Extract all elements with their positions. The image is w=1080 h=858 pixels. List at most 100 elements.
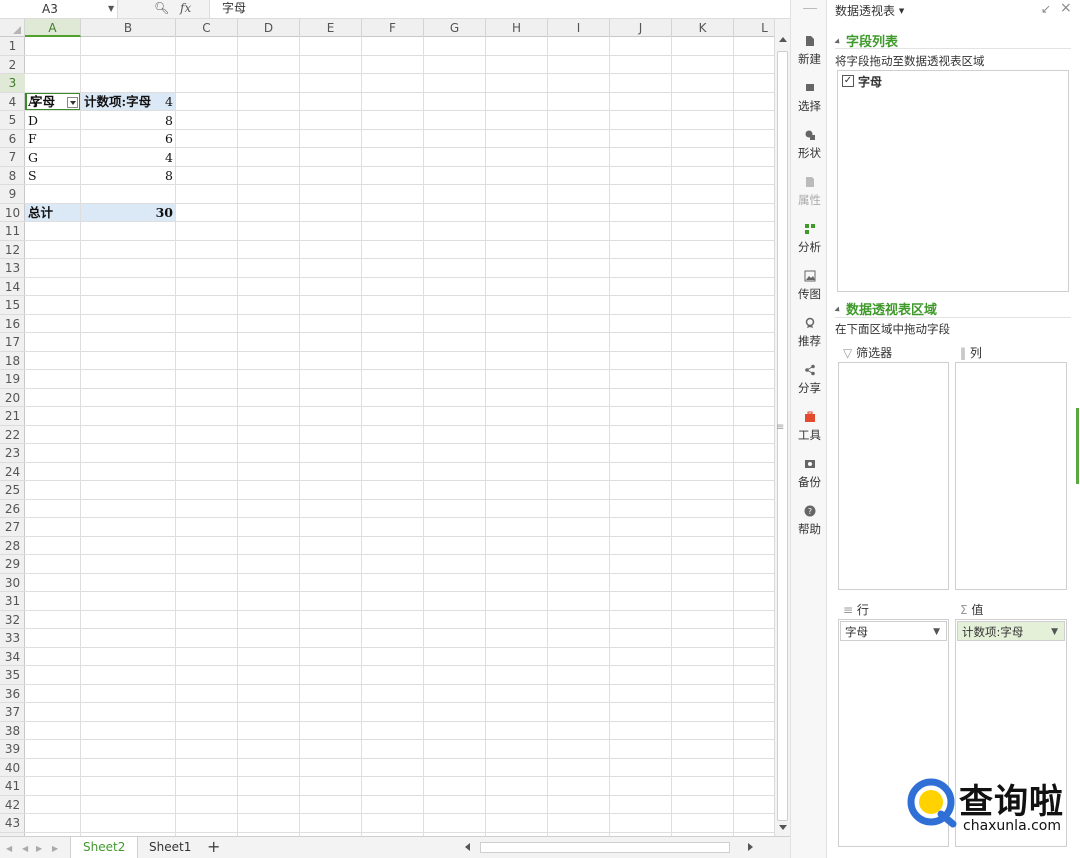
row-header-43[interactable]: 43 [0,814,25,833]
row-header-25[interactable]: 25 [0,481,25,500]
row-header-36[interactable]: 36 [0,685,25,703]
row-header-3[interactable]: 3 [0,74,25,93]
column-header-d[interactable]: D [238,19,300,37]
row-header-17[interactable]: 17 [0,333,25,352]
tool-shape[interactable]: 形状 [791,127,828,167]
row-header-2[interactable]: 2 [0,56,25,74]
pivot-row-label[interactable]: G [25,149,81,167]
column-header-j[interactable]: J [610,19,672,37]
field-name[interactable]: 字母 [858,73,882,90]
pivot-areas-title[interactable]: 数据透视表区域 [835,299,937,318]
row-header-15[interactable]: 15 [0,296,25,315]
prev-sheet-icon[interactable]: ◀ [22,844,28,853]
select-all-corner[interactable] [0,19,25,37]
column-header-a[interactable]: A [25,19,81,37]
cell-area[interactable]: 字母 计数项:字母 A4D8F6G4S8 总计 30 [25,37,774,836]
pivot-row-label[interactable]: S [25,167,81,185]
row-header-24[interactable]: 24 [0,463,25,481]
tool-analysis[interactable]: 分析 [791,221,828,261]
row-header-42[interactable]: 42 [0,796,25,814]
column-header-f[interactable]: F [362,19,424,37]
last-sheet-icon[interactable]: ▶ [52,844,58,853]
row-field-chip[interactable]: 字母 ▼ [840,621,947,641]
pivot-total-label[interactable]: 总计 [25,204,81,222]
add-sheet-button[interactable]: + [207,837,220,857]
zoom-icon[interactable]: 🔍︎ [154,1,169,15]
close-icon[interactable]: × [1060,0,1072,16]
column-header-c[interactable]: C [176,19,238,37]
row-header-21[interactable]: 21 [0,407,25,426]
row-header-26[interactable]: 26 [0,500,25,518]
row-header-9[interactable]: 9 [0,185,25,204]
hscroll-thumb[interactable] [480,842,730,853]
column-drop-area[interactable] [955,362,1067,590]
row-header-11[interactable]: 11 [0,222,25,241]
column-header-i[interactable]: I [548,19,610,37]
spreadsheet-grid[interactable]: ABCDEFGHIJKL 1 2 3 4 5 6 7 8 9 10 11 12 13 14 15 16 17 18… [0,19,774,836]
column-header-b[interactable]: B [81,19,176,37]
scroll-left-icon[interactable] [465,843,470,851]
row-header-22[interactable]: 22 [0,426,25,444]
chevron-down-icon[interactable]: ▼ [1051,622,1058,642]
filter-drop-area[interactable] [838,362,949,590]
row-header-8[interactable]: 8 [0,167,25,185]
row-header-6[interactable]: 6 [0,130,25,148]
column-header-k[interactable]: K [672,19,734,37]
row-header-16[interactable]: 16 [0,315,25,333]
horizontal-scrollbar[interactable] [460,840,760,855]
scroll-down-icon[interactable] [779,825,787,830]
row-header-29[interactable]: 29 [0,555,25,574]
collapse-panel-icon[interactable]: ↙ [1041,2,1051,16]
row-header-31[interactable]: 31 [0,592,25,611]
next-sheet-icon[interactable]: ▶ [36,844,42,853]
row-header-14[interactable]: 14 [0,278,25,296]
column-header-h[interactable]: H [486,19,548,37]
row-header-18[interactable]: 18 [0,352,25,370]
tool-help[interactable]: ? 帮助 [791,503,828,543]
row-header-5[interactable]: 5 [0,111,25,130]
tool-new-file[interactable]: 新建 [791,33,828,73]
chevron-down-icon[interactable]: ▼ [899,7,904,15]
row-header-41[interactable]: 41 [0,777,25,796]
pivot-row-value[interactable]: 8 [81,167,176,185]
row-header-35[interactable]: 35 [0,666,25,685]
row-header-1[interactable]: 1 [0,37,25,56]
function-icon[interactable]: fx [180,0,191,16]
pivot-row-label[interactable]: F [25,130,81,148]
tab-sheet2[interactable]: Sheet2 [70,837,139,858]
scroll-right-icon[interactable] [748,843,753,851]
pivot-row-value[interactable]: 4 [81,149,176,167]
chevron-down-icon[interactable]: ▼ [108,0,114,18]
tab-sheet1[interactable]: Sheet1 [137,837,203,858]
row-header-12[interactable]: 12 [0,241,25,259]
tool-recommend[interactable]: 推荐 [791,315,828,355]
pivot-total-value[interactable]: 30 [81,204,176,222]
pivot-row-value[interactable]: 4 [81,93,176,111]
row-header-13[interactable]: 13 [0,259,25,278]
row-header-32[interactable]: 32 [0,611,25,629]
scroll-thumb[interactable] [777,51,788,821]
scroll-up-icon[interactable] [779,37,787,42]
row-header-37[interactable]: 37 [0,703,25,722]
row-header-39[interactable]: 39 [0,740,25,759]
tool-image-upload[interactable]: 传图 [791,268,828,308]
pivot-row-label[interactable]: D [25,112,81,130]
row-header-7[interactable]: 7 [0,148,25,167]
value-field-chip[interactable]: 计数项:字母 ▼ [957,621,1065,641]
formula-input[interactable]: 字母 [222,0,246,18]
tool-share[interactable]: 分享 [791,362,828,402]
name-box[interactable]: A3 ▼ [0,0,118,18]
row-header-23[interactable]: 23 [0,444,25,463]
row-header-38[interactable]: 38 [0,722,25,740]
column-header-g[interactable]: G [424,19,486,37]
pivot-row-value[interactable]: 6 [81,130,176,148]
row-header-19[interactable]: 19 [0,370,25,389]
splitter-handle-icon[interactable]: ≡ [776,422,784,433]
row-header-40[interactable]: 40 [0,759,25,777]
row-header-10[interactable]: 10 [0,204,25,222]
row-header-20[interactable]: 20 [0,389,25,407]
drag-handle[interactable] [803,8,817,9]
column-header-e[interactable]: E [300,19,362,37]
row-header-27[interactable]: 27 [0,518,25,537]
chevron-down-icon[interactable]: ▼ [933,622,940,642]
